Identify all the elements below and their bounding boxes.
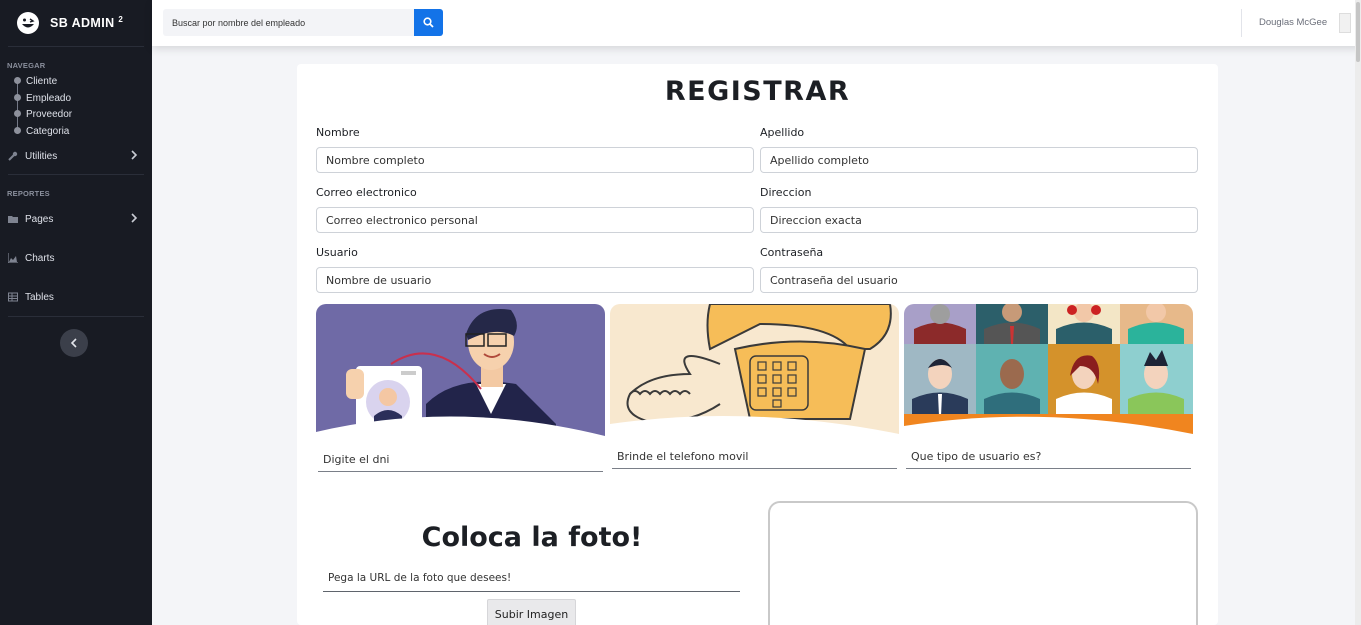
people-illustration xyxy=(904,304,1193,440)
tipo-usuario-field[interactable] xyxy=(906,445,1191,469)
sidebar-item-label: Tables xyxy=(25,291,54,303)
sidebar-item-label: Pages xyxy=(25,213,54,225)
scrollbar[interactable] xyxy=(1355,0,1361,625)
sidebar-item-charts[interactable]: Charts xyxy=(0,247,152,269)
register-card: REGISTRAR Nombre Apellido Correo electro… xyxy=(297,64,1218,625)
sidebar-item-pages[interactable]: Pages xyxy=(0,208,152,230)
photo-title: Coloca la foto! xyxy=(421,522,643,553)
sidebar-divider xyxy=(8,46,144,47)
avatar[interactable] xyxy=(1339,13,1351,33)
sidebar-item-proveedor[interactable]: Proveedor xyxy=(14,107,152,124)
brand-title: SB ADMIN 2 xyxy=(50,15,124,31)
page-title: REGISTRAR xyxy=(664,76,851,107)
user-name[interactable]: Douglas McGee xyxy=(1259,17,1327,28)
sidebar-item-label: Charts xyxy=(25,252,55,264)
usuario-field[interactable] xyxy=(316,267,754,293)
apellido-field[interactable] xyxy=(760,147,1198,173)
sidebar-item-label: Utilities xyxy=(25,150,58,162)
sidebar-heading-navegar: NAVEGAR xyxy=(7,61,46,70)
sidebar-item-cliente[interactable]: Cliente xyxy=(14,74,152,91)
folder-icon xyxy=(8,216,18,223)
sidebar-toggle-button[interactable] xyxy=(60,329,88,357)
telefono-card xyxy=(610,304,899,476)
sidebar-item-tables[interactable]: Tables xyxy=(0,286,152,308)
chevron-left-icon xyxy=(70,338,77,348)
search-input[interactable] xyxy=(163,9,414,36)
table-icon xyxy=(8,292,18,302)
photo-preview xyxy=(768,501,1198,625)
laugh-icon xyxy=(17,12,39,34)
direccion-label: Direccion xyxy=(760,186,812,199)
sidebar-subnav: Cliente Empleado Proveedor Categoria xyxy=(14,74,152,141)
sidebar-item-utilities[interactable]: Utilities xyxy=(0,145,152,167)
password-field[interactable] xyxy=(760,267,1198,293)
chart-area-icon xyxy=(8,253,18,263)
sidebar-item-empleado[interactable]: Empleado xyxy=(14,91,152,108)
sidebar-divider xyxy=(8,316,144,317)
usuario-label: Usuario xyxy=(316,246,358,259)
apellido-label: Apellido xyxy=(760,126,805,139)
wrench-icon xyxy=(8,151,18,161)
chevron-right-icon xyxy=(131,213,138,223)
correo-label: Correo electronico xyxy=(316,186,417,199)
direccion-field[interactable] xyxy=(760,207,1198,233)
upload-image-button[interactable]: Subir Imagen xyxy=(487,599,576,625)
chevron-right-icon xyxy=(131,150,138,160)
nombre-label: Nombre xyxy=(316,126,360,139)
photo-url-field[interactable] xyxy=(323,564,740,592)
contrasena-label: Contraseña xyxy=(760,246,824,259)
telefono-field[interactable] xyxy=(612,445,897,469)
nombre-field[interactable] xyxy=(316,147,754,173)
topbar: Douglas McGee xyxy=(152,0,1361,46)
sidebar: SB ADMIN 2 NAVEGAR Cliente Empleado Prov… xyxy=(0,0,152,625)
search-button[interactable] xyxy=(414,9,443,36)
dni-field[interactable] xyxy=(318,448,603,472)
brand[interactable]: SB ADMIN 2 xyxy=(0,0,152,46)
tipo-usuario-card xyxy=(904,304,1193,476)
sidebar-heading-reportes: REPORTES xyxy=(7,189,50,198)
topbar-divider xyxy=(1241,9,1242,37)
id-badge-illustration xyxy=(316,304,605,440)
sidebar-item-categoria[interactable]: Categoria xyxy=(14,124,152,141)
scrollbar-thumb[interactable] xyxy=(1356,2,1360,62)
dni-card xyxy=(316,304,605,476)
sidebar-divider xyxy=(8,174,144,175)
telephone-illustration xyxy=(610,304,899,440)
email-field[interactable] xyxy=(316,207,754,233)
search-icon xyxy=(423,17,434,28)
